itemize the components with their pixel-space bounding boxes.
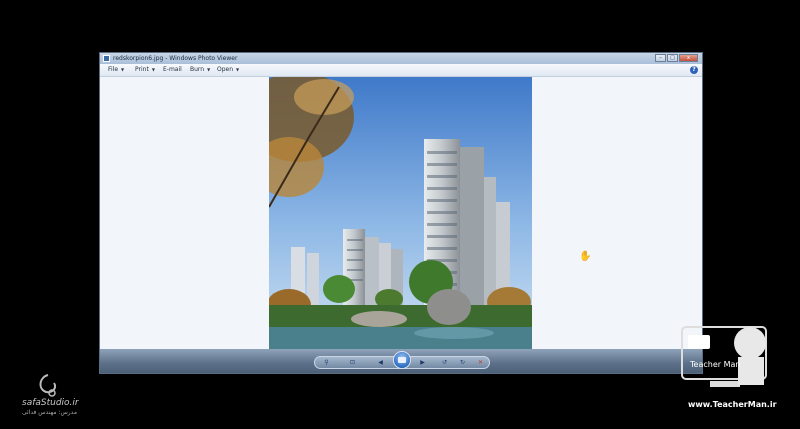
menu-print-label: Print (135, 66, 149, 73)
photo-viewer-window: redskorpion6.jpg - Windows Photo Viewer … (100, 53, 702, 373)
minimize-button[interactable]: – (655, 54, 666, 62)
menu-print[interactable]: Print ▼ (135, 66, 155, 74)
previous-icon[interactable]: ◀ (376, 358, 385, 367)
chevron-down-icon: ▼ (151, 67, 155, 72)
chevron-down-icon: ▼ (236, 67, 240, 72)
hand-cursor-icon: ✋ (579, 251, 592, 262)
teacherman-logo: Teacher Man (680, 321, 790, 399)
next-icon[interactable]: ▶ (418, 358, 427, 367)
slideshow-button[interactable] (394, 352, 410, 368)
chevron-down-icon: ▼ (121, 67, 125, 72)
menu-email[interactable]: E-mail (163, 66, 182, 74)
delete-icon[interactable]: ✕ (476, 358, 485, 367)
menu-bar: File ▼ Print ▼ E-mail Burn ▼ Open ▼ ? (100, 64, 702, 77)
menu-burn[interactable]: Burn ▼ (190, 66, 210, 74)
teacherman-url: www.TeacherMan.ir (688, 400, 777, 409)
menu-open[interactable]: Open ▼ (217, 66, 239, 74)
menu-email-label: E-mail (163, 66, 182, 73)
title-bar[interactable]: redskorpion6.jpg - Windows Photo Viewer … (100, 53, 702, 64)
image-viewport[interactable] (100, 77, 702, 349)
actual-size-icon[interactable]: ⊡ (348, 358, 357, 367)
rotate-ccw-icon[interactable]: ↺ (440, 358, 449, 367)
viewer-controls-bar: ⚲ ⊡ ◀ ▶ ↺ ↻ ✕ (100, 349, 702, 373)
instructor-credit: مدرس: مهندس فدائی (22, 409, 78, 416)
menu-file-label: File (108, 66, 119, 73)
zoom-icon[interactable]: ⚲ (322, 358, 331, 367)
close-button[interactable]: x (679, 54, 698, 62)
safastudio-brand: safaStudio.ir (22, 398, 79, 408)
playback-control-strip: ⚲ ⊡ ◀ ▶ ↺ ↻ ✕ (314, 352, 490, 369)
menu-open-label: Open (217, 66, 234, 73)
window-title: redskorpion6.jpg - Windows Photo Viewer (113, 55, 238, 62)
rotate-cw-icon[interactable]: ↻ (458, 358, 467, 367)
teacherman-brand-text: Teacher Man (689, 360, 740, 369)
maximize-button[interactable]: □ (667, 54, 678, 62)
building-photo (269, 77, 532, 349)
menu-file[interactable]: File ▼ (108, 66, 124, 74)
app-icon (103, 55, 110, 62)
menu-burn-label: Burn (190, 66, 205, 73)
slideshow-icon (398, 357, 406, 363)
chevron-down-icon: ▼ (207, 67, 211, 72)
help-icon[interactable]: ? (690, 66, 698, 74)
